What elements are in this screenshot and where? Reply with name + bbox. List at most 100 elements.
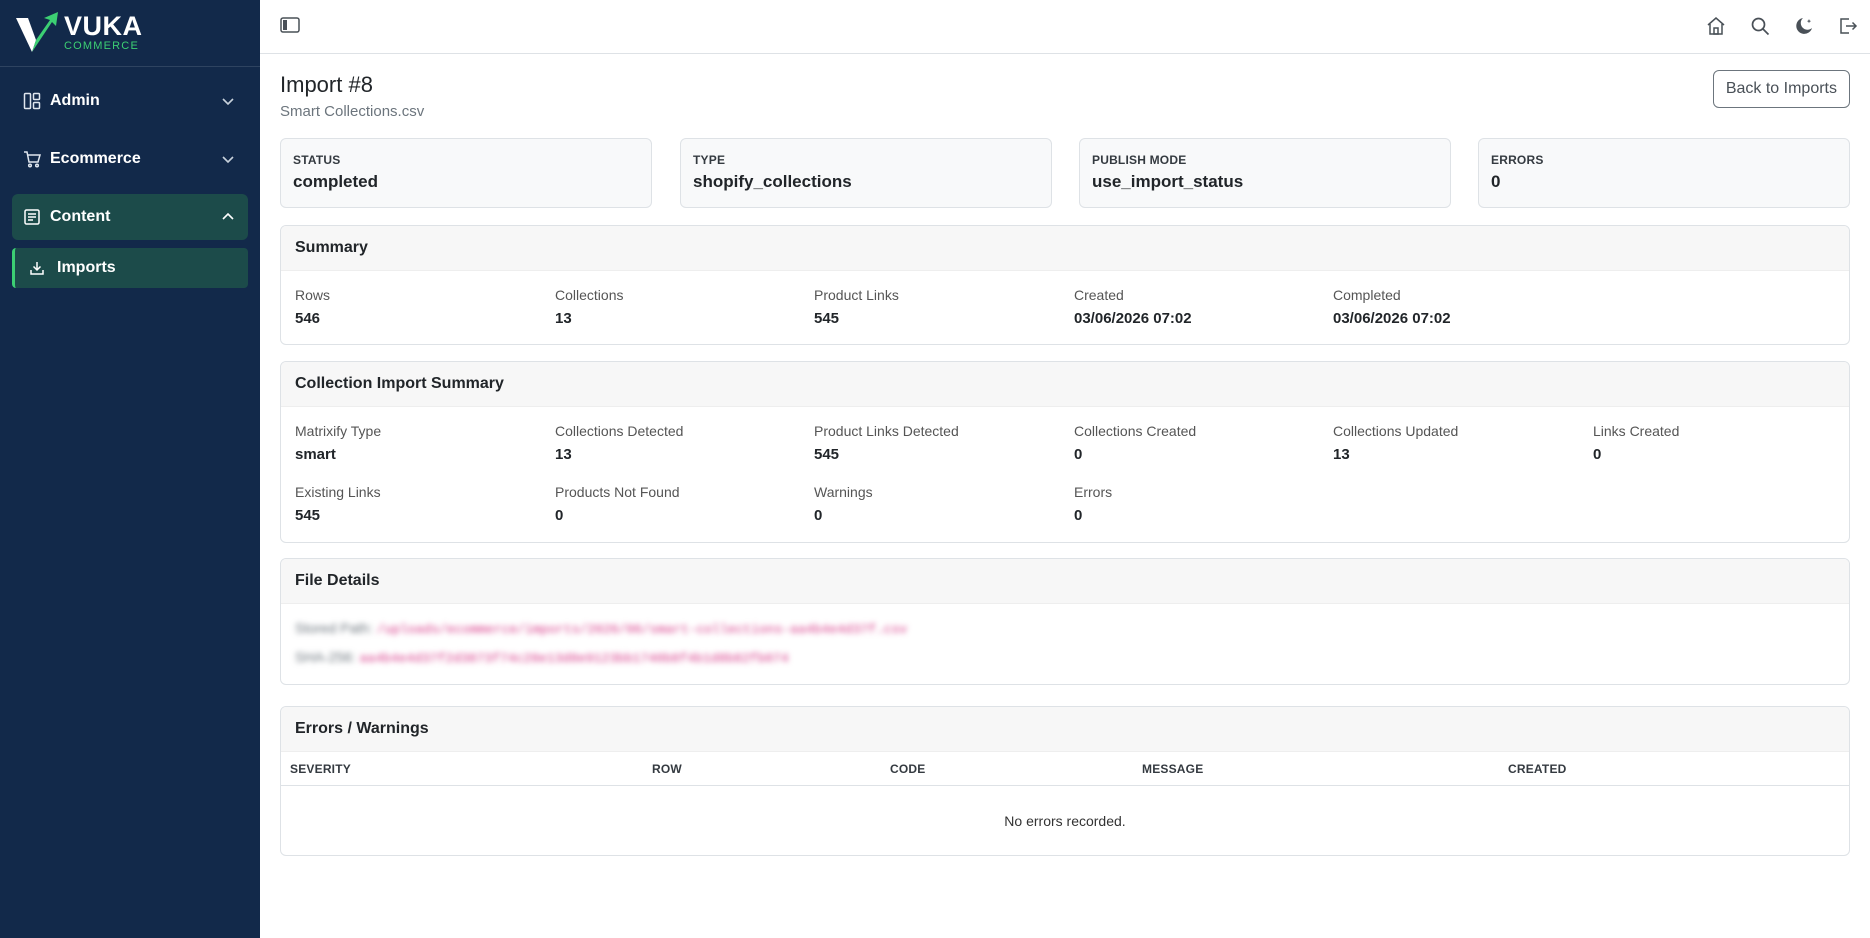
column-header-row: ROW (652, 762, 682, 776)
sidebar-item-admin[interactable]: Admin (12, 78, 248, 124)
field-label: Links Created (1593, 423, 1680, 439)
field-label: Errors (1074, 484, 1113, 500)
summary-card: Summary Rows 546 Collections 13 Product Li… (280, 225, 1850, 345)
summary-field: Existing Links 545 (295, 484, 535, 524)
file-details-card: File Details Stored Path: /uploads/ecomm… (280, 558, 1850, 685)
summary-field: Errors 0 (1074, 484, 1314, 524)
sha256-value: aa4b4e4d37f2d3873f74c28e13d8e9123bb1740b… (359, 651, 789, 666)
sidebar-item-ecommerce[interactable]: Ecommerce (12, 136, 248, 182)
cart-icon (22, 149, 42, 169)
errors-table-header: SEVERITY ROW CODE MESSAGE CREATED (281, 752, 1849, 786)
search-icon[interactable] (1748, 14, 1772, 38)
stat-card-publish-mode: PUBLISH MODE use_import_status (1079, 138, 1451, 208)
stored-path-label: Stored Path: (295, 620, 373, 636)
summary-field: Matrixify Type smart (295, 423, 535, 463)
stored-path-value: /uploads/ecommerce/imports/2026/06/smart… (376, 622, 908, 637)
sidebar-divider (0, 66, 260, 67)
stat-value: use_import_status (1092, 172, 1244, 191)
summary-field: Collections Detected 13 (555, 423, 795, 463)
sidebar-subitem-imports[interactable]: Imports (12, 248, 248, 288)
stat-value: completed (293, 172, 379, 191)
logo-mark-icon (14, 10, 62, 54)
download-icon (27, 258, 47, 278)
field-label: Collections (555, 287, 624, 303)
field-value: smart (295, 446, 336, 463)
sidebar-item-label: Ecommerce (50, 150, 141, 167)
summary-field: Collections Updated 13 (1333, 423, 1573, 463)
sidebar-subitem-label: Imports (57, 259, 116, 276)
page-title: Import #8 (280, 72, 373, 97)
sidebar: VUKA COMMERCE Admin Ecommerce Content Im… (0, 0, 260, 938)
sha256-label: SHA-256: (295, 649, 356, 665)
page-subtitle: Smart Collections.csv (280, 103, 425, 120)
stat-cards: STATUS completed TYPE shopify_collection… (280, 138, 1850, 208)
home-icon[interactable] (1704, 14, 1728, 38)
field-label: Warnings (814, 484, 873, 500)
errors-warnings-card: Errors / Warnings SEVERITY ROW CODE MESS… (280, 706, 1850, 856)
field-label: Collections Created (1074, 423, 1197, 439)
summary-field: Created 03/06/2026 07:02 (1074, 287, 1314, 327)
brand-logo[interactable]: VUKA COMMERCE (0, 0, 260, 64)
summary-field: Collections Created 0 (1074, 423, 1314, 463)
document-icon (22, 207, 42, 227)
field-label: Product Links Detected (814, 423, 959, 439)
summary-field: Product Links 545 (814, 287, 1054, 327)
stat-card-type: TYPE shopify_collections (680, 138, 1052, 208)
sidebar-nav: Admin Ecommerce Content Imports (12, 78, 248, 288)
field-label: Existing Links (295, 484, 381, 500)
field-value: 13 (555, 310, 572, 327)
stat-card-errors: ERRORS 0 (1478, 138, 1850, 208)
field-value: 546 (295, 310, 321, 327)
column-header-code: CODE (890, 762, 926, 776)
summary-field: Completed 03/06/2026 07:02 (1333, 287, 1573, 327)
stat-label: PUBLISH MODE (1092, 153, 1187, 167)
field-value: 0 (555, 507, 564, 524)
stat-value: 0 (1491, 172, 1501, 191)
stat-label: STATUS (293, 153, 341, 167)
field-value: 03/06/2026 07:02 (1074, 310, 1192, 327)
field-label: Products Not Found (555, 484, 680, 500)
field-label: Product Links (814, 287, 899, 303)
chevron-down-icon (220, 93, 236, 109)
collection-summary-title: Collection Import Summary (281, 362, 1849, 407)
sidebar-item-label: Admin (50, 92, 100, 109)
column-header-created: CREATED (1508, 762, 1567, 776)
summary-field: Product Links Detected 545 (814, 423, 1054, 463)
field-value: 545 (295, 507, 321, 524)
field-value: 0 (1593, 446, 1602, 463)
file-details-title: File Details (281, 559, 1849, 604)
moon-icon[interactable] (1792, 14, 1816, 38)
field-value: 545 (814, 310, 840, 327)
sidebar-item-label: Content (50, 208, 111, 225)
field-label: Created (1074, 287, 1124, 303)
errors-empty-state: No errors recorded. (1004, 813, 1126, 829)
summary-field: Rows 546 (295, 287, 535, 327)
field-value: 0 (1074, 507, 1083, 524)
sidebar-toggle-icon[interactable] (280, 16, 302, 36)
summary-field: Collections 13 (555, 287, 795, 327)
stat-label: TYPE (693, 153, 726, 167)
summary-field: Warnings 0 (814, 484, 1054, 524)
field-value: 13 (555, 446, 572, 463)
field-value: 13 (1333, 446, 1350, 463)
sidebar-item-content[interactable]: Content (12, 194, 248, 240)
logout-icon[interactable] (1836, 14, 1860, 38)
stat-card-status: STATUS completed (280, 138, 652, 208)
brand-subtitle: COMMERCE (64, 39, 139, 52)
field-label: Rows (295, 287, 331, 303)
summary-field: Links Created 0 (1593, 423, 1833, 463)
field-value: 545 (814, 446, 840, 463)
field-value: 03/06/2026 07:02 (1333, 310, 1451, 327)
summary-field: Products Not Found 0 (555, 484, 795, 524)
field-label: Collections Updated (1333, 423, 1459, 439)
sha256-line: SHA-256: aa4b4e4d37f2d3873f74c28e13d8e91… (295, 649, 1835, 666)
brand-name: VUKA (64, 10, 143, 41)
back-to-imports-button[interactable]: Back to Imports (1712, 70, 1850, 108)
field-label: Collections Detected (555, 423, 684, 439)
field-value: 0 (1074, 446, 1083, 463)
top-bar (260, 0, 1870, 54)
stored-path-line: Stored Path: /uploads/ecommerce/imports/… (295, 620, 1835, 637)
stat-value: shopify_collections (693, 172, 852, 191)
layout-dashboard-icon (22, 91, 42, 111)
field-value: 0 (814, 507, 823, 524)
